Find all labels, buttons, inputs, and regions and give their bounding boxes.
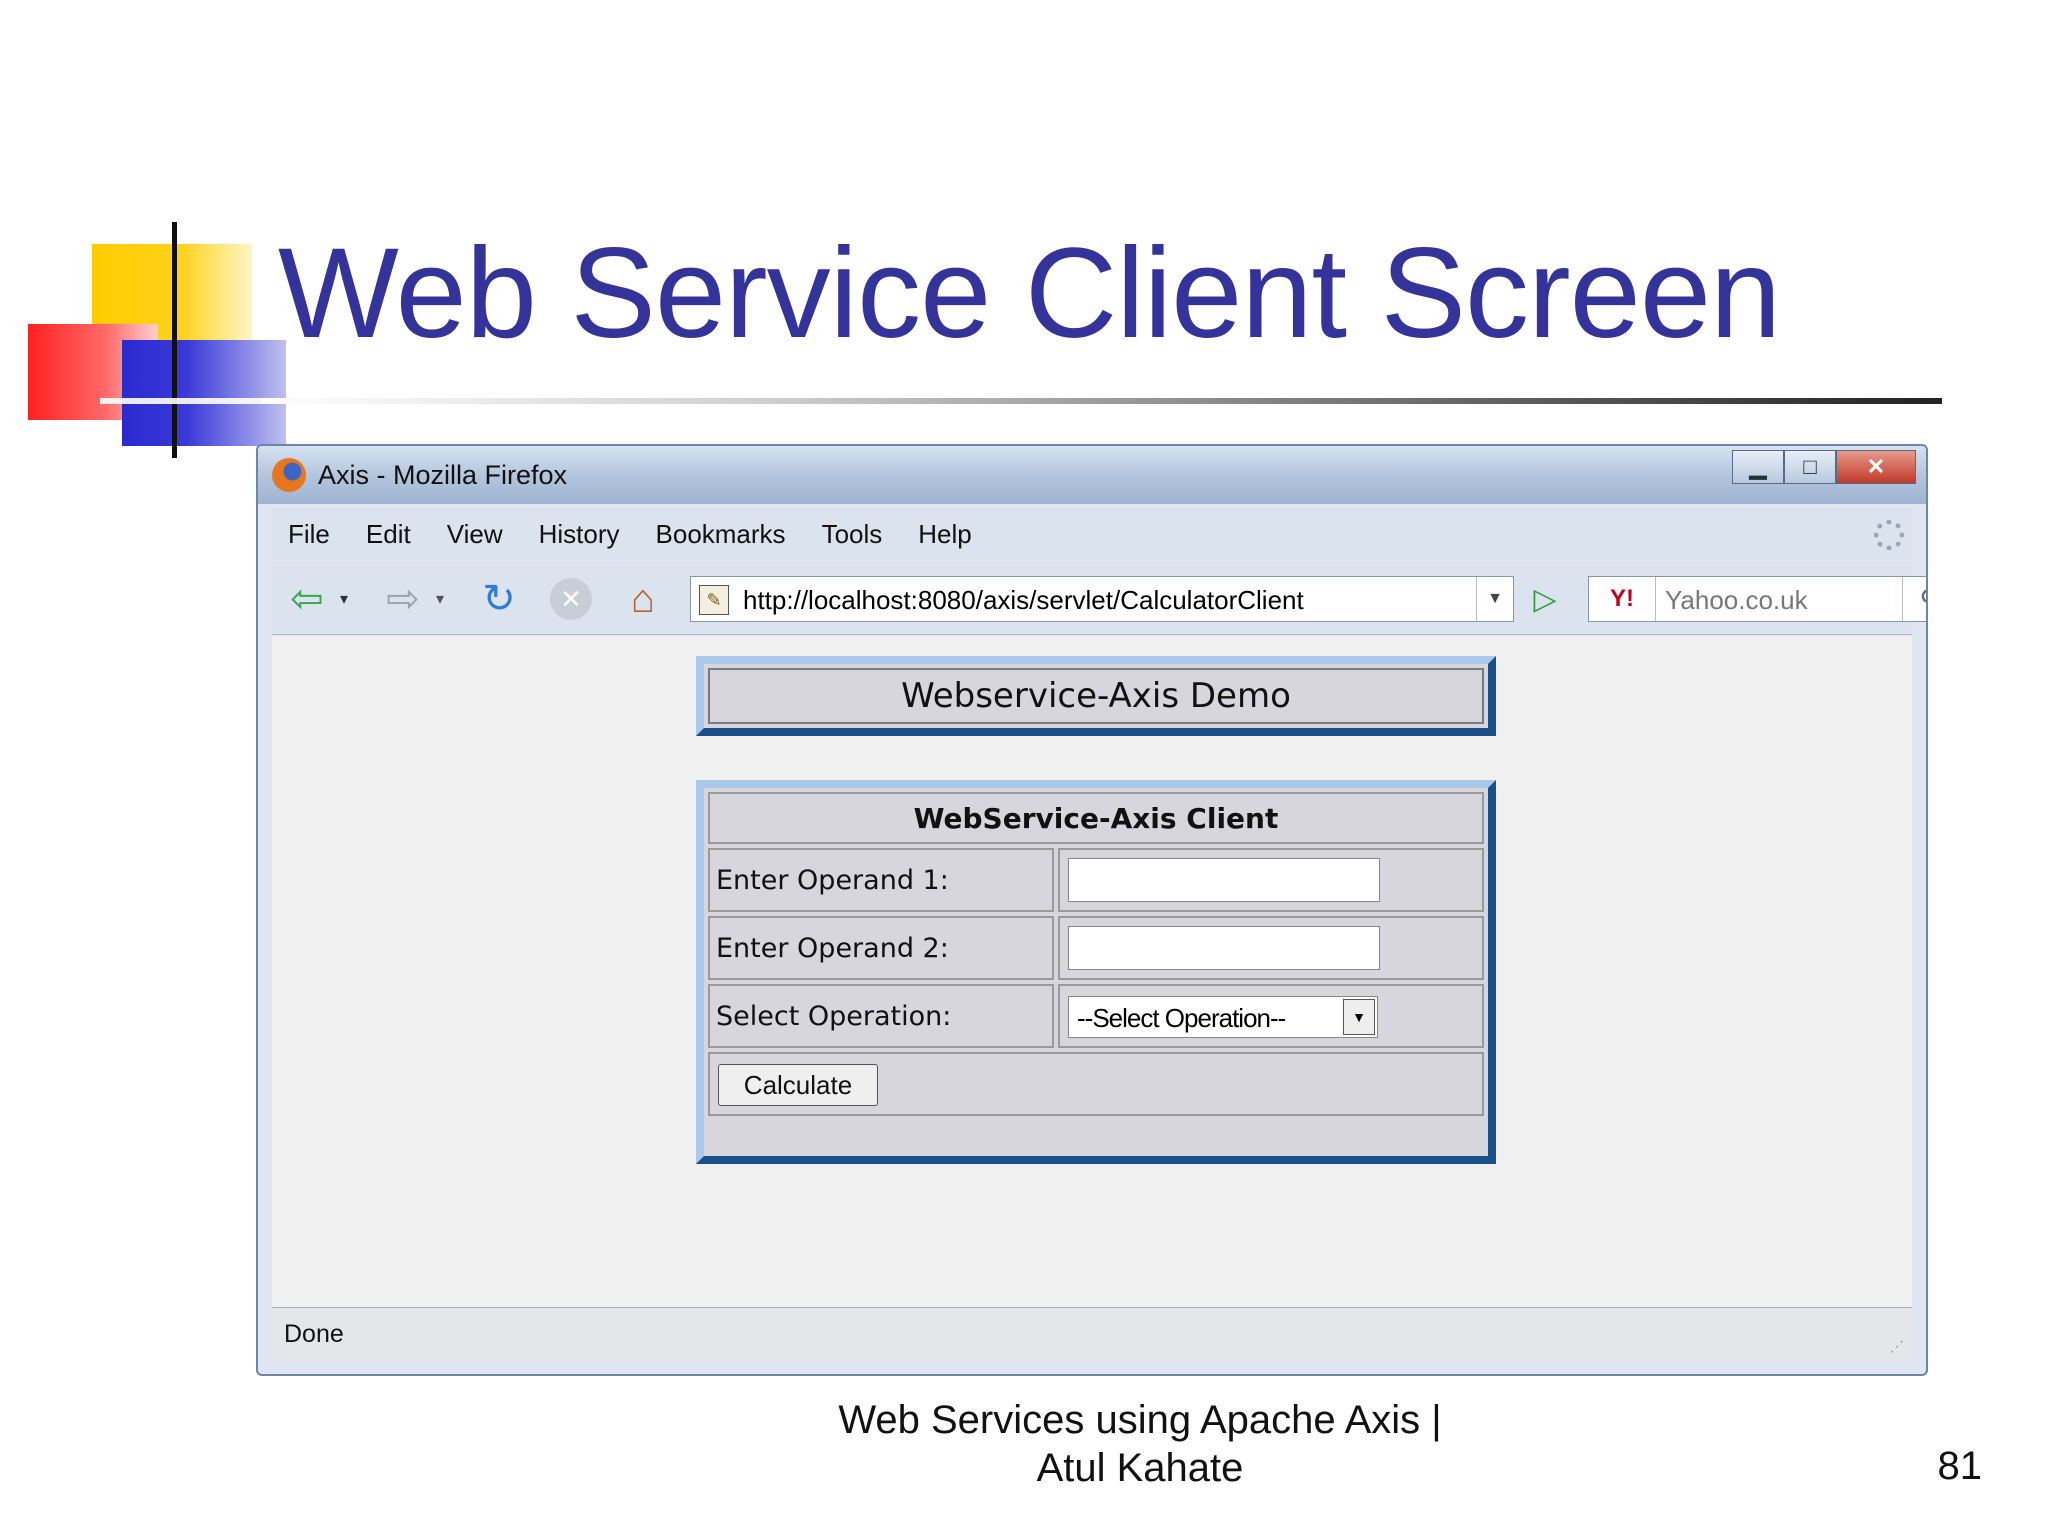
status-text: Done xyxy=(284,1320,344,1348)
menu-bookmarks[interactable]: Bookmarks xyxy=(656,519,786,550)
calculate-row: Calculate xyxy=(708,1052,1484,1116)
search-bar[interactable]: Y! Yahoo.co.uk ⚲ xyxy=(1588,576,1926,622)
decor-vertical-line xyxy=(172,222,177,458)
search-icon[interactable]: ⚲ xyxy=(1902,577,1926,621)
search-engine-selector[interactable]: Y! xyxy=(1589,577,1656,621)
url-dropdown-icon[interactable]: ▼ xyxy=(1476,577,1513,621)
calculator-form: WebService-Axis Client Enter Operand 1: … xyxy=(696,780,1496,1164)
home-icon[interactable]: ⌂ xyxy=(620,576,666,622)
window-title: Axis - Mozilla Firefox xyxy=(318,460,568,490)
back-icon[interactable]: ⇦ xyxy=(284,576,330,622)
page-content: Webservice-Axis Demo WebService-Axis Cli… xyxy=(272,636,1912,1308)
operation-select-value: --Select Operation-- xyxy=(1077,1003,1286,1033)
url-text[interactable]: http://localhost:8080/axis/servlet/Calcu… xyxy=(743,585,1304,616)
menu-history[interactable]: History xyxy=(539,519,620,550)
demo-heading: Webservice-Axis Demo xyxy=(708,668,1484,724)
browser-window: Axis - Mozilla Firefox ▁ □ ✕ File Edit V… xyxy=(256,444,1928,1376)
reload-icon[interactable]: ↻ xyxy=(476,576,522,622)
go-icon[interactable]: ▷ xyxy=(1522,576,1568,622)
menu-view[interactable]: View xyxy=(447,519,503,550)
slide-title: Web Service Client Screen xyxy=(278,222,1781,365)
operation-label: Select Operation: xyxy=(708,984,1054,1048)
operand1-cell xyxy=(1058,848,1484,912)
operation-cell: --Select Operation-- ▼ xyxy=(1058,984,1484,1048)
operand2-input[interactable] xyxy=(1068,926,1380,970)
back-dropdown-icon[interactable]: ▾ xyxy=(334,576,354,622)
throbber-icon xyxy=(1874,520,1904,550)
maximize-icon[interactable]: □ xyxy=(1784,450,1836,484)
forward-icon[interactable]: ⇨ xyxy=(380,576,426,622)
footer-line-1: Web Services using Apache Axis | xyxy=(838,1398,1442,1442)
page-number: 81 xyxy=(1937,1444,1983,1488)
window-controls: ▁ □ ✕ xyxy=(1732,450,1916,484)
firefox-icon xyxy=(272,458,306,492)
operand1-label: Enter Operand 1: xyxy=(708,848,1054,912)
menu-tools[interactable]: Tools xyxy=(822,519,883,550)
title-bar: Axis - Mozilla Firefox ▁ □ ✕ xyxy=(258,446,1926,504)
calculate-button[interactable]: Calculate xyxy=(718,1064,878,1106)
client-heading: WebService-Axis Client xyxy=(708,792,1484,844)
operand1-row: Enter Operand 1: xyxy=(708,848,1484,912)
operation-select[interactable]: --Select Operation-- ▼ xyxy=(1068,996,1378,1038)
status-bar: Done ⋰ xyxy=(272,1307,1912,1360)
operand2-label: Enter Operand 2: xyxy=(708,916,1054,980)
footer-line-2: Atul Kahate xyxy=(1036,1446,1244,1490)
title-rule xyxy=(262,398,1942,404)
menu-file[interactable]: File xyxy=(288,519,330,550)
page-favicon: ✎ xyxy=(699,585,729,615)
operand1-input[interactable] xyxy=(1068,858,1380,902)
close-icon[interactable]: ✕ xyxy=(1836,450,1916,484)
minimize-icon[interactable]: ▁ xyxy=(1732,450,1784,484)
decor-blue-square xyxy=(122,340,286,446)
stop-icon[interactable]: ✕ xyxy=(548,576,594,622)
operand2-row: Enter Operand 2: xyxy=(708,916,1484,980)
menu-bar: File Edit View History Bookmarks Tools H… xyxy=(272,508,1912,560)
operand2-cell xyxy=(1058,916,1484,980)
resize-grip-icon[interactable]: ⋰ xyxy=(1890,1338,1908,1356)
forward-dropdown-icon[interactable]: ▾ xyxy=(430,576,450,622)
chevron-down-icon[interactable]: ▼ xyxy=(1343,999,1375,1035)
search-input[interactable]: Yahoo.co.uk xyxy=(1665,585,1808,616)
address-bar[interactable]: ✎ http://localhost:8080/axis/servlet/Cal… xyxy=(690,576,1514,622)
operation-row: Select Operation: --Select Operation-- ▼ xyxy=(708,984,1484,1048)
slide-footer: Web Services using Apache Axis | Atul Ka… xyxy=(820,1396,1460,1492)
menu-edit[interactable]: Edit xyxy=(366,519,411,550)
menu-help[interactable]: Help xyxy=(918,519,971,550)
navigation-toolbar: ⇦ ▾ ⇨ ▾ ↻ ✕ ⌂ ✎ http://localhost:8080/ax… xyxy=(272,562,1926,635)
demo-heading-box: Webservice-Axis Demo xyxy=(696,656,1496,736)
